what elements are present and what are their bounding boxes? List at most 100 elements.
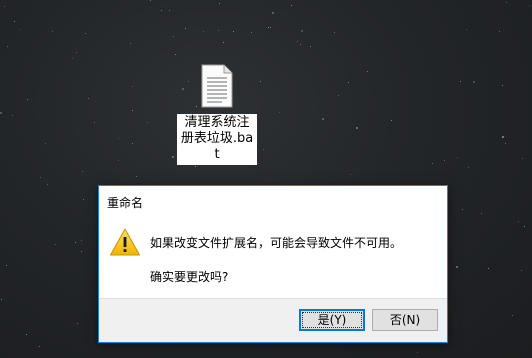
star (524, 226, 525, 227)
dialog-button-bar: 是(Y) 否(N) (99, 298, 447, 342)
star (47, 184, 48, 185)
star (72, 58, 73, 59)
star (132, 143, 133, 144)
star (272, 12, 274, 14)
star (457, 157, 458, 158)
star (0, 112, 2, 114)
star (7, 46, 8, 47)
yes-button[interactable]: 是(Y) (299, 309, 365, 331)
batch-file-icon (200, 64, 234, 108)
star (233, 31, 234, 32)
star (521, 270, 522, 271)
star (185, 28, 186, 29)
star (456, 266, 458, 268)
star (444, 160, 445, 161)
star (130, 43, 131, 44)
star (55, 244, 56, 245)
no-button[interactable]: 否(N) (372, 309, 438, 331)
star (39, 346, 40, 347)
star (502, 136, 504, 138)
star (417, 352, 418, 353)
star (136, 176, 137, 177)
star (279, 112, 280, 113)
dialog-question: 确实要更改吗? (150, 270, 229, 284)
star (219, 3, 220, 4)
warning-icon (109, 227, 141, 257)
star (466, 29, 467, 30)
star (45, 143, 46, 144)
star (82, 171, 83, 172)
star (322, 118, 324, 120)
star (260, 81, 261, 82)
star (1, 299, 2, 300)
star (175, 54, 176, 55)
star (505, 143, 506, 144)
star (27, 99, 28, 100)
dialog-title: 重命名 (107, 196, 144, 210)
star (147, 122, 148, 123)
star (161, 10, 162, 11)
star (468, 167, 469, 168)
star (270, 27, 271, 28)
star (297, 41, 298, 42)
desktop-file-item[interactable]: 清理系统注册表垃圾.bat (174, 64, 260, 165)
star (350, 174, 351, 175)
star (19, 29, 20, 30)
star (499, 31, 500, 32)
star (432, 163, 433, 164)
star (26, 334, 27, 335)
star (83, 199, 84, 200)
star (300, 44, 301, 45)
star (251, 32, 252, 33)
star (518, 221, 519, 222)
rename-confirm-dialog: 重命名 如果改变文件扩展名，可能会导致文件不可用。 确实要更改吗? 是(Y) 否… (98, 185, 448, 343)
star (391, 120, 392, 121)
star (488, 268, 489, 269)
star (173, 36, 174, 37)
star (40, 177, 41, 178)
star (310, 46, 311, 47)
star (76, 52, 77, 53)
star (462, 209, 463, 210)
star (14, 21, 15, 22)
file-name-label[interactable]: 清理系统注册表垃圾.bat (177, 114, 257, 165)
star (291, 5, 292, 6)
star (334, 32, 335, 33)
star (81, 251, 82, 252)
star (12, 115, 13, 116)
star (52, 31, 53, 32)
star (512, 315, 513, 316)
star (6, 265, 7, 266)
star (94, 122, 95, 123)
star (338, 95, 339, 96)
star (75, 242, 76, 243)
star (150, 0, 151, 1)
star (203, 31, 204, 32)
star (85, 33, 86, 34)
star (502, 85, 503, 86)
star (348, 82, 349, 83)
star (460, 81, 461, 82)
star (268, 27, 269, 28)
star (195, 166, 196, 167)
dialog-message: 如果改变文件扩展名，可能会导致文件不可用。 (150, 236, 403, 250)
star (169, 10, 170, 11)
desktop: 清理系统注册表垃圾.bat 重命名 如果改变文件扩展名，可能会导致文件不可用。 … (0, 0, 532, 358)
star (481, 213, 482, 214)
star (81, 240, 82, 241)
star (356, 127, 358, 129)
star (88, 98, 89, 99)
star (301, 30, 303, 32)
star (223, 42, 224, 43)
star (4, 6, 5, 7)
star (77, 323, 78, 324)
star (367, 71, 368, 72)
star (218, 30, 219, 31)
star (506, 2, 507, 3)
star (522, 158, 523, 159)
star (118, 138, 119, 139)
star (529, 5, 530, 6)
star (118, 160, 119, 161)
star (263, 149, 264, 150)
star (132, 86, 133, 87)
